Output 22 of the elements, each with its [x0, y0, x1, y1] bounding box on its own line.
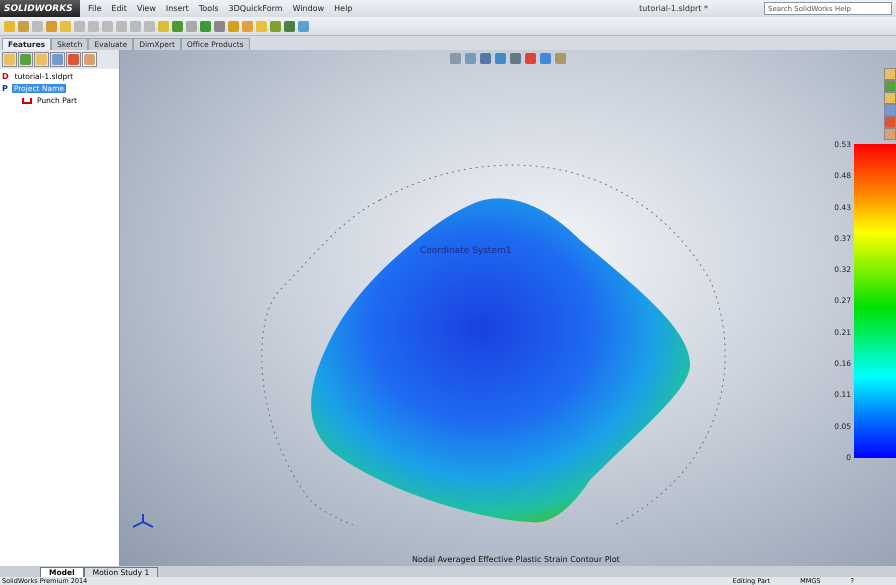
node-letter: D — [2, 72, 9, 81]
menu-item[interactable]: Edit — [111, 4, 127, 13]
document-title: tutorial-1.sldprt * — [639, 4, 708, 13]
coordinate-label: Coordinate System1 — [420, 246, 512, 256]
plot-caption: Nodal Averaged Effective Plastic Strain Contour Plot — [412, 555, 620, 564]
panel-tab[interactable] — [66, 52, 81, 67]
panel-tab[interactable] — [18, 52, 33, 67]
menu-item[interactable]: Help — [334, 4, 352, 13]
node-letter: P — [2, 84, 8, 93]
menu-item[interactable]: 3DQuickForm — [228, 4, 283, 13]
menu-item[interactable]: Tools — [198, 4, 219, 13]
panel-tab[interactable] — [50, 52, 65, 67]
axis-triad-icon — [130, 512, 156, 530]
menu-item[interactable]: View — [136, 4, 156, 13]
menu-item[interactable]: Insert — [166, 4, 189, 13]
panel-tab[interactable] — [82, 52, 97, 67]
menu-item[interactable]: Window — [292, 4, 324, 13]
app-logo: SOLIDWORKS — [0, 0, 80, 17]
panel-tab[interactable] — [34, 52, 49, 67]
panel-tab[interactable] — [2, 52, 17, 67]
part-icon — [22, 96, 32, 104]
menu-item[interactable]: File — [88, 4, 102, 13]
